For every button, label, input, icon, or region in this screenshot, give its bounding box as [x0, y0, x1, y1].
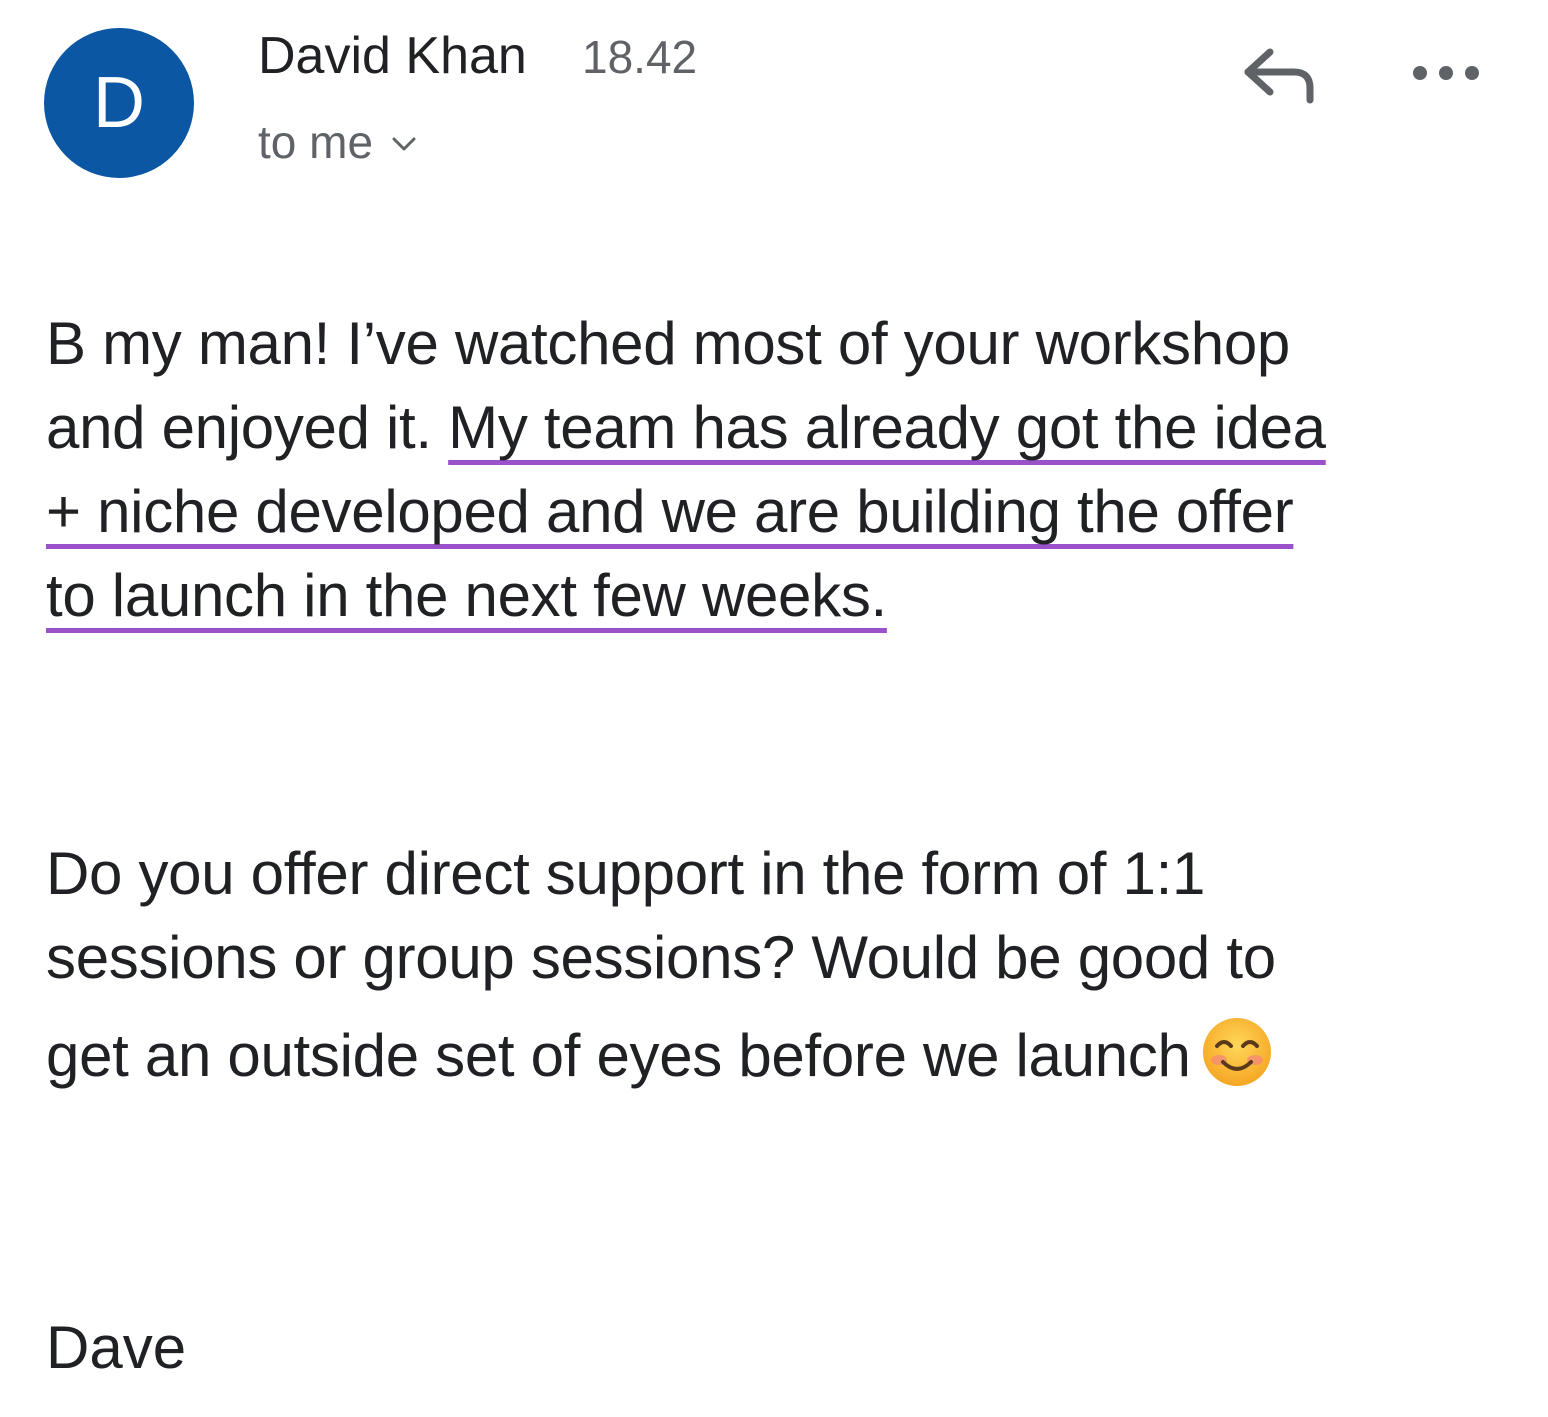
paragraph-1-line-1: B my man! I’ve watched most of your work… [46, 310, 1290, 377]
recipient-label: to me [258, 116, 374, 168]
message-time: 18.42 [582, 31, 698, 83]
message-paragraph-2: Do you offer direct support in the form … [46, 832, 1276, 1098]
more-options-button[interactable] [1406, 50, 1486, 96]
paragraph-1-line-2-plain: and enjoyed it. [46, 394, 449, 461]
paragraph-2-line-1: Do you offer direct support in the form … [46, 840, 1206, 907]
avatar-initial: D [93, 63, 145, 143]
paragraph-2-line-3-text: get an outside set of eyes before we lau… [46, 1022, 1191, 1089]
reply-button[interactable] [1236, 40, 1322, 110]
paragraph-2-line-3: get an outside set of eyes before we lau… [46, 1014, 1276, 1098]
paragraph-1-line-3: + niche developed and we are building th… [46, 470, 1326, 554]
message-paragraph-1: B my man! I’ve watched most of your work… [46, 302, 1326, 638]
signature: Dave [46, 1314, 187, 1381]
paragraph-1-line-4: to launch in the next few weeks. [46, 554, 1326, 638]
highlighted-text: + niche developed and we are building th… [46, 478, 1294, 545]
more-horizontal-icon [1413, 66, 1479, 80]
paragraph-1-line-2: and enjoyed it. My team has already got … [46, 386, 1326, 470]
sender-name[interactable]: David Khan [258, 26, 527, 86]
highlighted-text: My team has already got the idea [448, 394, 1326, 461]
reply-icon [1244, 48, 1314, 104]
avatar[interactable]: D [44, 28, 194, 178]
highlighted-text: to launch in the next few weeks. [46, 562, 887, 629]
smiling-face-emoji-icon [1202, 1018, 1271, 1086]
recipient-details-toggle[interactable]: to me [258, 114, 417, 170]
chevron-down-icon [392, 137, 416, 151]
paragraph-2-line-2: sessions or group sessions? Would be goo… [46, 924, 1276, 991]
